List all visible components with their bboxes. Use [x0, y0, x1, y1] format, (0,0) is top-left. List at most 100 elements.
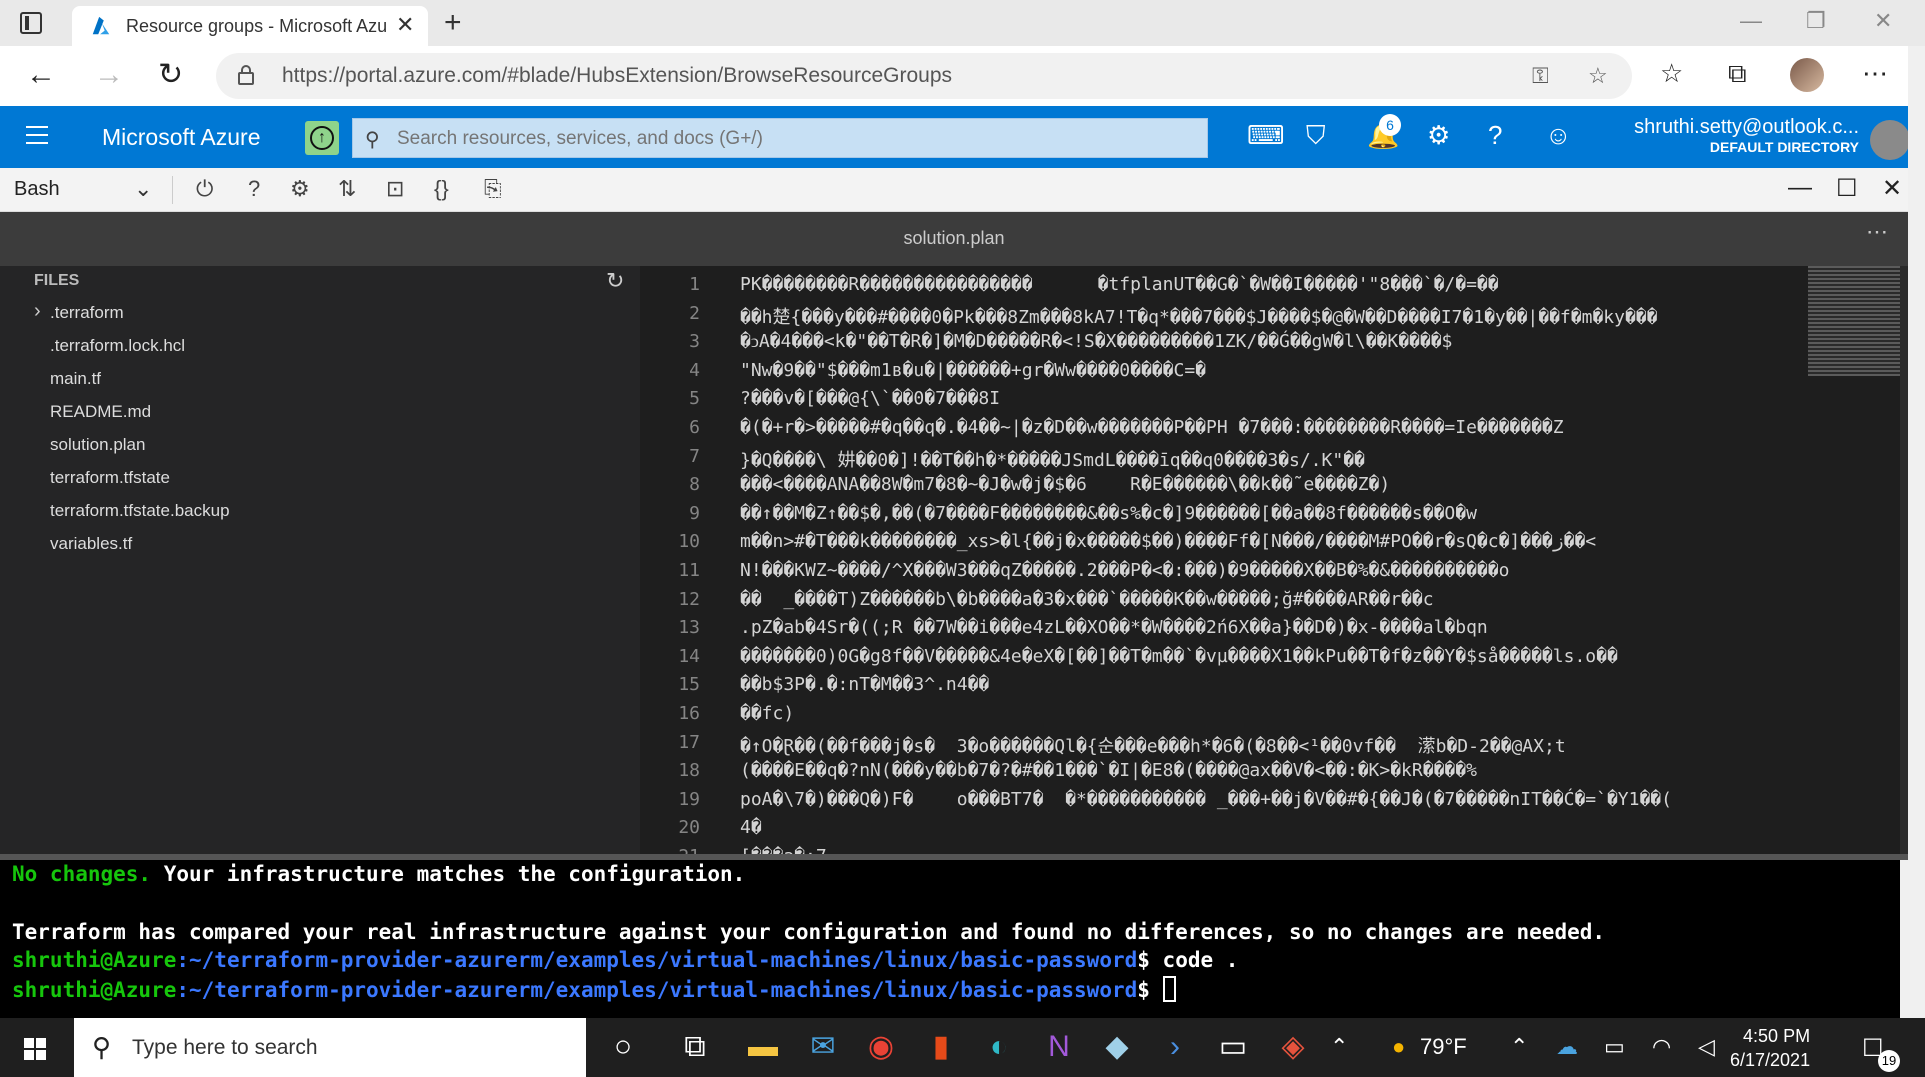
- code-line: 2 ��h楚{���y���#����0�Pk���8Zm���8kA7!T�q*…: [640, 303, 1808, 331]
- cortana-icon[interactable]: ○: [604, 1028, 642, 1066]
- chevron-down-icon[interactable]: ⌄: [134, 176, 152, 202]
- terminal-scrollbar[interactable]: [1900, 860, 1925, 1018]
- file-item[interactable]: solution.plan: [0, 428, 640, 461]
- edge-icon[interactable]: ◐: [980, 1028, 1018, 1066]
- cloud-shell-icon[interactable]: ⌨: [1247, 120, 1285, 151]
- onenote-icon[interactable]: N: [1040, 1028, 1078, 1066]
- code-line: 6 �(�+r�>�����#�q��q�.�4��~|�z�D��w������…: [640, 417, 1808, 445]
- azure-logo-icon: [92, 16, 110, 35]
- temperature[interactable]: 79°F: [1420, 1034, 1467, 1060]
- file-item[interactable]: terraform.tfstate: [0, 461, 640, 494]
- system-clock[interactable]: 4:50 PM 6/17/2021: [1730, 1024, 1810, 1072]
- code-line: 8 ���<����ANA��8W�m7�8�~�J�w�j�$�6 R�E���…: [640, 474, 1808, 502]
- tray-chevron-icon[interactable]: ⌃: [1510, 1034, 1528, 1060]
- settings-icon[interactable]: ⚙: [290, 176, 310, 202]
- reload-icon[interactable]: ↻: [158, 58, 183, 92]
- help-icon[interactable]: ?: [248, 176, 260, 202]
- file-item[interactable]: .terraform.lock.hcl: [0, 329, 640, 362]
- windows-start-icon[interactable]: [24, 1038, 46, 1060]
- line-text: PK��������R���������������� �tfplanUT��G…: [740, 274, 1499, 295]
- portal-menu-icon[interactable]: [26, 126, 48, 144]
- upgrade-icon[interactable]: ↑: [305, 121, 339, 155]
- back-icon[interactable]: ←: [26, 58, 56, 92]
- file-item[interactable]: .terraform: [0, 295, 640, 329]
- restore-window-icon[interactable]: ❐: [1806, 8, 1826, 34]
- editor-braces-icon[interactable]: {}: [434, 176, 449, 202]
- add-favorite-icon[interactable]: ☆: [1588, 63, 1608, 89]
- task-view-icon[interactable]: ⧉: [676, 1028, 714, 1066]
- help-icon[interactable]: ?: [1488, 120, 1502, 151]
- file-item[interactable]: main.tf: [0, 362, 640, 395]
- line-number: 6: [689, 417, 700, 438]
- code-line: 1 PK��������R���������������� �tfplanUT��…: [640, 274, 1808, 302]
- line-number: 12: [678, 588, 700, 610]
- feedback-icon[interactable]: ☺: [1545, 120, 1572, 151]
- forward-icon[interactable]: →: [94, 58, 124, 92]
- taskbar-search[interactable]: ⚲ Type here to search: [74, 1018, 586, 1077]
- tab-close-icon[interactable]: ✕: [396, 12, 414, 38]
- browser-tab[interactable]: Resource groups - Microsoft Azure ✕: [72, 6, 428, 46]
- key-icon[interactable]: ⚿: [1532, 63, 1549, 89]
- close-shell-icon[interactable]: ✕: [1882, 174, 1902, 203]
- app-icon[interactable]: ◆: [1098, 1028, 1136, 1066]
- close-window-icon[interactable]: ✕: [1874, 8, 1892, 34]
- show-hidden-icons[interactable]: ⌃: [1330, 1034, 1348, 1060]
- file-item[interactable]: README.md: [0, 395, 640, 428]
- user-avatar[interactable]: [1870, 120, 1910, 160]
- file-explorer-icon[interactable]: ▬: [744, 1028, 782, 1066]
- code-line: 11 N!���KWZ~����/^X���W3���qZ�����.2���P�…: [640, 560, 1808, 588]
- code-line: 21 [���a�:7: [640, 846, 1808, 854]
- line-number: 5: [689, 388, 700, 410]
- more-options-icon[interactable]: ⋯: [1862, 58, 1888, 89]
- tab-actions-icon[interactable]: [20, 12, 42, 34]
- code-editor[interactable]: 1 PK��������R���������������� �tfplanUT��…: [640, 266, 1808, 854]
- terminal-app-icon[interactable]: ▭: [1214, 1028, 1252, 1066]
- line-text: }�Q����\ 妌��0�]!��T��h�*�����JSmdL����īq…: [740, 449, 1365, 471]
- open-session-icon[interactable]: ⊡: [386, 176, 404, 202]
- file-item[interactable]: terraform.tfstate.backup: [0, 494, 640, 527]
- powershell-icon[interactable]: ›: [1156, 1028, 1194, 1066]
- chrome-icon[interactable]: ◉: [862, 1028, 900, 1066]
- terminal[interactable]: No changes. Your infrastructure matches …: [0, 860, 1900, 1018]
- wifi-icon[interactable]: ◠: [1652, 1034, 1671, 1060]
- terminal-line-prompt: shruthi@Azure:~/terraform-provider-azure…: [12, 976, 1176, 1002]
- web-preview-icon[interactable]: ⎘: [484, 176, 502, 202]
- line-number: 16: [678, 703, 700, 724]
- editor-scrollbar[interactable]: [1900, 266, 1908, 854]
- git-icon[interactable]: ◈: [1274, 1028, 1312, 1066]
- mail-icon[interactable]: ✉: [804, 1028, 842, 1066]
- favorites-icon[interactable]: ☆: [1660, 58, 1683, 89]
- editor-minimap[interactable]: [1808, 266, 1900, 854]
- browser-nav-bar: ← → ↻ https://portal.azure.com/#blade/Hu…: [0, 46, 1925, 106]
- editor-more-icon[interactable]: ⋯: [1866, 212, 1888, 252]
- search-input[interactable]: [397, 128, 1177, 150]
- volume-icon[interactable]: ◁: [1698, 1034, 1715, 1060]
- search-icon: ⚲: [92, 1032, 112, 1062]
- browser-tab-bar: Resource groups - Microsoft Azure ✕ + — …: [0, 0, 1925, 46]
- directory-filter-icon[interactable]: ⛉: [1306, 120, 1326, 152]
- settings-icon[interactable]: ⚙: [1427, 120, 1450, 151]
- line-text: �↑O�Ɽ��(��f���j�s� 3�o������Ql�{순���e���…: [740, 735, 1566, 757]
- restart-icon[interactable]: ⏻: [196, 176, 213, 202]
- address-bar[interactable]: https://portal.azure.com/#blade/HubsExte…: [216, 53, 1632, 99]
- weather-icon[interactable]: ●: [1392, 1034, 1405, 1060]
- portal-search[interactable]: ⚲: [352, 118, 1208, 158]
- code-line: 17 �↑O�Ɽ��(��f���j�s� 3�o������Ql�{순���e�…: [640, 732, 1808, 760]
- onedrive-icon[interactable]: ☁: [1556, 1034, 1578, 1060]
- new-tab-icon[interactable]: +: [444, 6, 462, 40]
- minimize-window-icon[interactable]: —: [1740, 8, 1762, 34]
- maximize-shell-icon[interactable]: ☐: [1836, 174, 1858, 203]
- line-number: 19: [678, 788, 700, 810]
- collections-icon[interactable]: ⧉: [1728, 58, 1747, 90]
- battery-icon[interactable]: ▭: [1604, 1034, 1625, 1060]
- account-menu[interactable]: shruthi.setty@outlook.c... DEFAULT DIREC…: [1634, 116, 1859, 155]
- minimize-shell-icon[interactable]: —: [1788, 174, 1812, 202]
- office-icon[interactable]: ▮: [922, 1028, 960, 1066]
- line-text: (����E��q�?nN(���y��b�7�?�#��1���`�I|�E8…: [740, 760, 1477, 782]
- azure-brand[interactable]: Microsoft Azure: [102, 124, 261, 151]
- refresh-icon[interactable]: ↻: [606, 268, 624, 294]
- shell-type-selector[interactable]: Bash: [14, 178, 60, 201]
- profile-avatar[interactable]: [1790, 58, 1824, 92]
- upload-download-icon[interactable]: ⇅: [338, 176, 356, 202]
- file-item[interactable]: variables.tf: [0, 527, 640, 560]
